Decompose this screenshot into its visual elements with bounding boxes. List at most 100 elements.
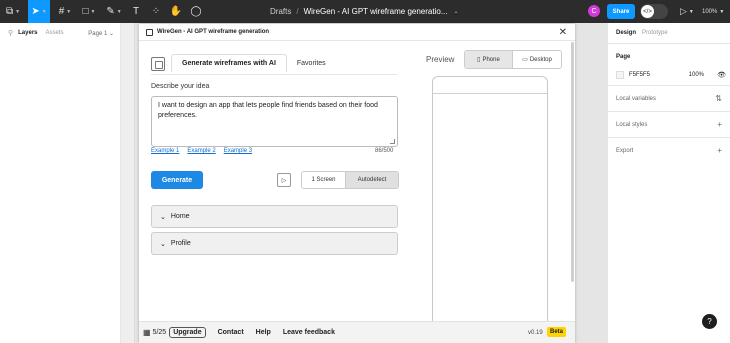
tabs-divider: [151, 74, 397, 75]
pen-tool-icon[interactable]: ✎ ▼: [104, 0, 124, 23]
eye-icon[interactable]: 👁: [717, 71, 726, 79]
tab-design[interactable]: Design: [616, 30, 636, 36]
hand-tool-icon[interactable]: ✋: [170, 0, 182, 23]
right-panel: Design Prototype Page F5F5F5 100% 👁 Loca…: [607, 23, 730, 343]
accordion-home[interactable]: ⌄ Home: [151, 205, 398, 228]
accordion-profile[interactable]: ⌄ Profile: [151, 232, 398, 255]
tab-prototype[interactable]: Prototype: [642, 30, 668, 36]
chevron-down-icon: ⌄: [160, 213, 166, 221]
scrollbar[interactable]: [571, 42, 574, 282]
calendar-icon: ▦: [143, 328, 151, 337]
phone-status-bar: [433, 93, 547, 94]
chevron-down-icon: ⌄: [160, 240, 166, 248]
preview-label: Preview: [426, 55, 455, 64]
page-fill-row[interactable]: F5F5F5 100% 👁: [616, 69, 726, 81]
chevron-down-icon: ▼: [719, 8, 725, 15]
breadcrumb-separator: /: [296, 7, 299, 16]
prompt-textarea[interactable]: I want to design an app that lets people…: [151, 96, 398, 147]
add-icon[interactable]: +: [717, 120, 722, 129]
plugin-window: WireGen - AI GPT wireframe generation ✕ …: [139, 24, 575, 343]
plugin-header: WireGen - AI GPT wireframe generation: [139, 24, 575, 41]
autodetect-option[interactable]: Autodetect: [346, 172, 398, 188]
screen-count-selector: 1 Screen Autodetect: [301, 171, 399, 189]
frame-tool-icon[interactable]: # ▼: [56, 0, 74, 23]
export-row[interactable]: Export +: [608, 137, 730, 163]
chevron-down-icon[interactable]: ⌄: [453, 8, 458, 15]
phone-option[interactable]: ▯ Phone: [465, 51, 513, 68]
comment-tool-icon[interactable]: ◯: [190, 0, 202, 23]
tab-assets[interactable]: Assets: [46, 30, 64, 36]
breadcrumb[interactable]: Drafts: [270, 7, 291, 16]
play-icon[interactable]: ▷: [277, 173, 291, 187]
resize-handle-icon[interactable]: [390, 139, 395, 144]
avatar[interactable]: C: [588, 5, 600, 17]
desktop-option-label: Desktop: [529, 56, 552, 63]
add-icon[interactable]: +: [717, 146, 722, 155]
local-variables-row[interactable]: Local variables ⇅: [608, 85, 730, 111]
wireframe-icon: [151, 56, 165, 71]
beta-badge: Beta: [547, 327, 567, 337]
tab-generate[interactable]: Generate wireframes with AI: [171, 54, 287, 73]
color-swatch[interactable]: [616, 71, 624, 79]
page-selector-label: Page 1: [88, 30, 108, 37]
zoom-level: 100%: [702, 8, 718, 15]
resources-icon[interactable]: ⁘: [150, 0, 162, 23]
prompt-text: I want to design an app that lets people…: [158, 102, 378, 119]
move-tool-icon[interactable]: ➤ ▼: [28, 0, 50, 23]
dev-mode-toggle[interactable]: </>: [640, 4, 668, 19]
example-3-link[interactable]: Example 3: [224, 148, 252, 154]
accordion-home-label: Home: [170, 213, 190, 220]
examples-list: Example 1 Example 2 Example 3: [151, 148, 260, 154]
export-label: Export: [616, 147, 634, 154]
credits-counter: ▦ 5/25: [143, 328, 166, 337]
generate-button[interactable]: Generate: [151, 171, 203, 189]
tab-favorites[interactable]: Favorites: [287, 54, 336, 73]
version-label: v0.19: [528, 329, 543, 336]
right-panel-tabs: Design Prototype: [608, 23, 730, 43]
left-panel-tabs: ⚲ Layers Assets Page 1 ⌄: [0, 23, 120, 43]
phone-preview-frame: [432, 76, 548, 343]
one-screen-option[interactable]: 1 Screen: [302, 172, 346, 188]
phone-icon: ▯: [477, 57, 481, 63]
file-name[interactable]: WireGen - AI GPT wireframe generatio...: [304, 7, 448, 16]
close-icon[interactable]: ✕: [559, 27, 567, 38]
code-icon: </>: [641, 5, 654, 18]
page-section-title: Page: [616, 54, 631, 60]
local-styles-row[interactable]: Local styles +: [608, 111, 730, 137]
device-selector: ▯ Phone ▭ Desktop: [464, 50, 562, 69]
zoom-dropdown[interactable]: 100% ▼: [702, 0, 724, 23]
contact-link[interactable]: Contact: [218, 329, 244, 336]
present-button[interactable]: ▷ ▼: [680, 0, 694, 23]
upgrade-button[interactable]: Upgrade: [169, 327, 206, 338]
shape-tool-icon[interactable]: □ ▼: [80, 0, 98, 23]
phone-option-label: Phone: [482, 56, 500, 63]
search-icon[interactable]: ⚲: [8, 29, 13, 37]
plugin-title: WireGen - AI GPT wireframe generation: [157, 29, 270, 35]
file-title[interactable]: Drafts / WireGen - AI GPT wireframe gene…: [270, 0, 459, 23]
page-opacity-value[interactable]: 100%: [689, 72, 704, 78]
describe-label: Describe your idea: [151, 83, 210, 90]
example-2-link[interactable]: Example 2: [187, 148, 215, 154]
page-color-value[interactable]: F5F5F5: [629, 72, 650, 78]
top-toolbar: ⧉ ▼ ➤ ▼ # ▼ □ ▼ ✎ ▼ T ⁘ ✋ ◯ Drafts / WireGen …: [0, 0, 730, 23]
text-tool-icon[interactable]: T: [130, 0, 142, 23]
desktop-icon: ▭: [522, 57, 528, 63]
plugin-tabs: Generate wireframes with AI Favorites: [151, 54, 336, 73]
local-variables-label: Local variables: [616, 95, 657, 102]
vertical-ruler: [121, 23, 135, 343]
desktop-option[interactable]: ▭ Desktop: [513, 51, 561, 68]
plugin-logo-icon: [146, 28, 153, 36]
help-link[interactable]: Help: [256, 329, 271, 336]
tab-layers[interactable]: Layers: [18, 30, 37, 36]
play-icon: ▷: [680, 6, 687, 16]
help-button[interactable]: ?: [702, 314, 717, 329]
share-button[interactable]: Share: [607, 4, 635, 19]
main-menu-icon[interactable]: ⧉ ▼: [4, 0, 22, 23]
variables-icon[interactable]: ⇅: [715, 94, 722, 103]
feedback-link[interactable]: Leave feedback: [283, 329, 335, 336]
accordion-profile-label: Profile: [170, 240, 191, 247]
example-1-link[interactable]: Example 1: [151, 148, 179, 154]
credits-value: 5/25: [152, 329, 167, 336]
local-styles-label: Local styles: [616, 121, 648, 128]
page-selector[interactable]: Page 1 ⌄: [88, 30, 114, 37]
